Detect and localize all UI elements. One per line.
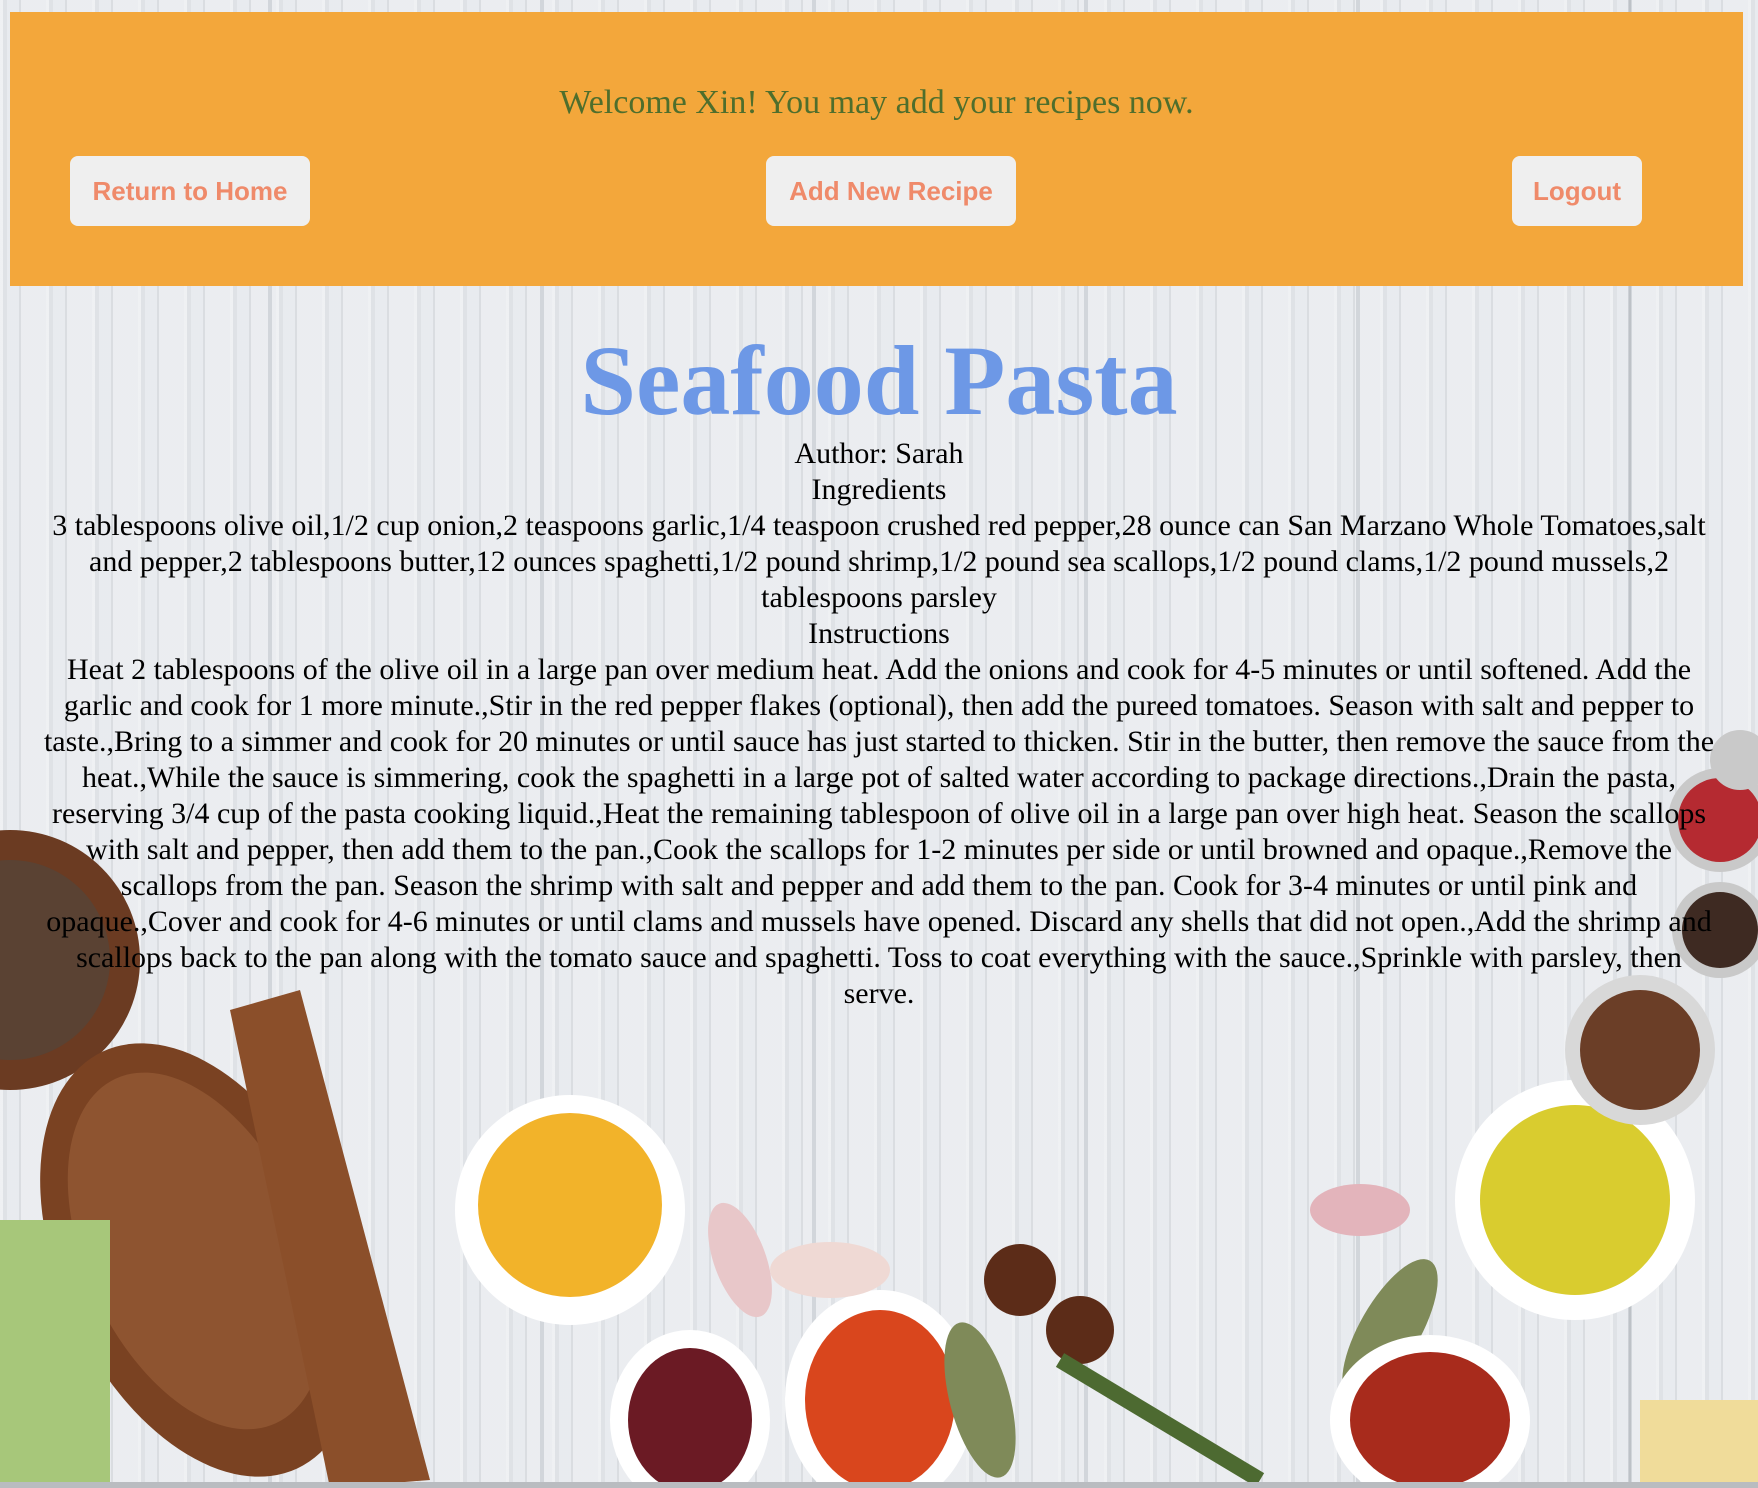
turmeric-powder xyxy=(478,1113,662,1297)
star-anise xyxy=(1046,1296,1114,1364)
instructions-heading: Instructions xyxy=(808,617,950,650)
welcome-message: Welcome Xin! You may add your recipes no… xyxy=(559,84,1194,121)
paprika-powder xyxy=(805,1310,955,1488)
cheese-piece xyxy=(1640,1400,1758,1482)
checkered-napkin xyxy=(0,1220,110,1482)
bottom-border xyxy=(0,1482,1758,1488)
ingredients-heading: Ingredients xyxy=(811,473,947,506)
add-new-recipe-button[interactable]: Add New Recipe xyxy=(766,156,1016,226)
olive-oil xyxy=(1480,1105,1670,1295)
garlic-clove xyxy=(708,1202,772,1318)
sumac-powder xyxy=(628,1348,752,1488)
rosemary-sprig xyxy=(1055,1353,1265,1487)
instructions-text: Heat 2 tablespoons of the olive oil in a… xyxy=(43,653,1715,1010)
header-bar: Welcome Xin! You may add your recipes no… xyxy=(10,12,1743,286)
chili-flakes xyxy=(1350,1352,1510,1488)
return-to-home-button[interactable]: Return to Home xyxy=(70,156,310,226)
garlic-clove xyxy=(770,1242,890,1298)
logout-button[interactable]: Logout xyxy=(1512,156,1642,226)
star-anise xyxy=(984,1244,1056,1316)
recipe-title: Seafood Pasta xyxy=(580,325,1178,436)
recipe-author: Author: Sarah xyxy=(794,437,964,470)
recipe-content: Seafood Pasta Author: Sarah Ingredients … xyxy=(40,326,1718,1012)
ingredients-text: 3 tablespoons olive oil,1/2 cup onion,2 … xyxy=(52,509,1706,614)
garlic-clove xyxy=(1310,1184,1410,1236)
